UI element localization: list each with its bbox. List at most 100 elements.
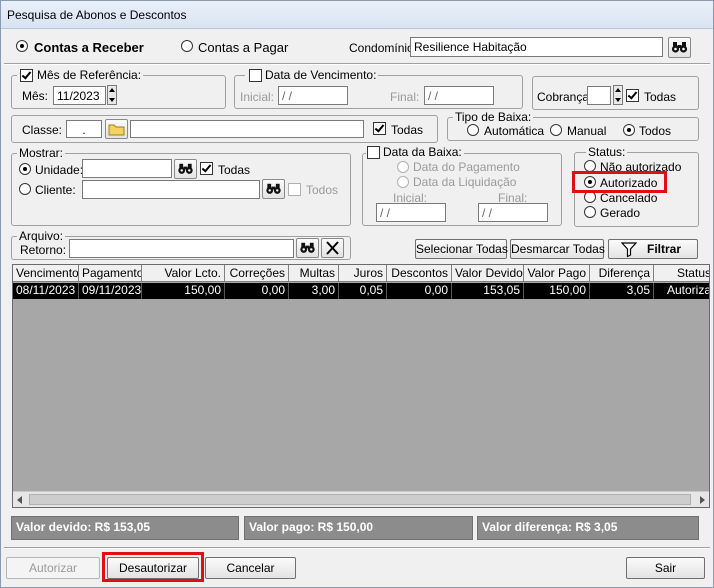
classe-folder-button[interactable] [105,119,128,139]
condominio-label: Condomínio: [349,41,418,55]
binoculars-icon [300,242,315,253]
classe-label: Classe: [22,123,63,137]
baixa-automatica-radio[interactable] [467,124,479,136]
data-pagamento-radio[interactable] [397,161,409,173]
cliente-field[interactable] [82,180,260,199]
autorizar-button[interactable]: Autorizar [6,557,100,579]
baixa-manual-radio[interactable] [550,124,562,136]
desmarcar-todas-button[interactable]: Desmarcar Todas [510,239,605,259]
data-baixa-legend: Data da Baixa: [366,145,464,159]
vencimento-inicial-field[interactable]: / / [278,86,348,105]
baixa-manual-label: Manual [567,124,607,138]
summary-valor-pago: Valor pago: R$ 150,00 [244,516,473,540]
status-cancelado-label: Cancelado [600,191,658,205]
scroll-thumb[interactable] [29,494,691,505]
cobranca-field[interactable] [587,86,611,105]
col-vencimento[interactable]: Vencimento [13,265,79,282]
col-juros[interactable]: Juros [339,265,387,282]
col-correcoes[interactable]: Correções [225,265,289,282]
status-gerado-radio[interactable] [584,206,596,218]
retorno-search-button[interactable] [296,238,319,258]
retorno-clear-button[interactable] [321,238,344,258]
unidade-search-button[interactable] [174,159,197,179]
col-pagamento[interactable]: Pagamento [79,265,142,282]
baixa-inicial-field[interactable]: / / [376,203,446,222]
cobranca-label: Cobrança: [537,90,593,104]
unidade-field[interactable] [82,159,172,178]
mes-referencia-checkbox[interactable] [20,69,33,82]
binoculars-icon [671,42,688,53]
cell-correcoes: 0,00 [225,283,289,299]
mes-spinner[interactable] [107,85,117,105]
vencimento-final-field[interactable]: / / [424,86,494,105]
scroll-left-icon[interactable] [17,496,22,504]
col-valor-devido[interactable]: Valor Devido [452,265,524,282]
col-status[interactable]: Status [654,265,709,282]
vencimento-inicial-label: Inicial: [240,90,275,104]
unidade-todas-checkbox[interactable] [200,162,213,175]
col-valor-pago[interactable]: Valor Pago [524,265,590,282]
classe-code-field[interactable]: . [66,120,102,138]
contas-receber-radio[interactable] [16,40,28,52]
arquivo-legend: Arquivo: [17,229,66,243]
cobranca-todas-checkbox[interactable] [626,89,639,102]
desautorizar-highlight [102,552,204,582]
scroll-right-icon[interactable] [700,496,705,504]
cell-diferenca: 3,05 [590,283,654,299]
baixa-final-field[interactable]: / / [478,203,548,222]
col-diferenca[interactable]: Diferença [590,265,654,282]
classe-description-field[interactable] [130,120,364,138]
autorizado-highlight [572,171,667,193]
data-baixa-checkbox[interactable] [367,146,380,159]
grid-header: Vencimento Pagamento Valor Lcto. Correçõ… [13,265,709,282]
cell-vencimento: 08/11/2023 [13,283,79,299]
cobranca-spinner[interactable] [613,85,623,105]
cell-valor-devido: 153,05 [452,283,524,299]
retorno-field[interactable] [69,239,294,258]
top-separator [4,63,710,65]
cell-valor-pago: 150,00 [524,283,590,299]
vencimento-legend: Data de Vencimento: [245,68,379,82]
contas-pagar-label: Contas a Pagar [198,40,289,55]
data-liquidacao-radio[interactable] [397,176,409,188]
filtrar-button[interactable]: Filtrar [608,239,698,259]
cliente-label: Cliente: [35,183,76,197]
grid-horizontal-scrollbar[interactable] [13,491,709,507]
contas-pagar-radio[interactable] [181,40,193,52]
vencimento-checkbox[interactable] [249,69,262,82]
cell-multas: 3,00 [289,283,339,299]
summary-valor-devido: Valor devido: R$ 153,05 [11,516,239,540]
col-multas[interactable]: Multas [289,265,339,282]
cancelar-button[interactable]: Cancelar [205,557,296,579]
mes-label: Mês: [22,89,49,103]
results-grid[interactable]: Vencimento Pagamento Valor Lcto. Correçõ… [12,264,710,508]
filtrar-label: Filtrar [646,242,681,256]
condominio-search-button[interactable] [668,37,691,58]
cliente-todos-checkbox[interactable] [288,183,301,196]
classe-todas-label: Todas [391,123,424,137]
classe-todas-checkbox[interactable] [373,122,386,135]
sair-button[interactable]: Sair [626,557,705,579]
cell-descontos: 0,00 [387,283,452,299]
summary-valor-diferenca: Valor diferença: R$ 3,05 [477,516,699,540]
data-liquidacao-label: Data da Liquidação [413,175,517,189]
cell-pagamento: 09/11/2023 [79,283,142,299]
baixa-todos-label: Todos [639,124,672,138]
selecionar-todas-button[interactable]: Selecionar Todas [415,239,508,259]
retorno-label: Retorno: [20,243,67,257]
mes-field[interactable]: 11/2023 [53,86,106,105]
cell-valor-lcto: 150,00 [142,283,225,299]
binoculars-icon [178,163,193,174]
baixa-automatica-label: Automática [484,124,545,138]
cliente-radio[interactable] [19,183,31,195]
contas-receber-label: Contas a Receber [34,40,144,55]
table-row[interactable]: 08/11/2023 09/11/2023 150,00 0,00 3,00 0… [13,283,709,299]
col-descontos[interactable]: Descontos [387,265,452,282]
baixa-todos-radio[interactable] [623,124,635,136]
vencimento-final-label: Final: [390,90,420,104]
condominio-field[interactable]: Resilience Habitação [410,37,663,57]
folder-icon [108,124,125,136]
unidade-radio[interactable] [19,163,31,175]
cliente-search-button[interactable] [262,179,285,199]
col-valor-lcto[interactable]: Valor Lcto. [142,265,225,282]
